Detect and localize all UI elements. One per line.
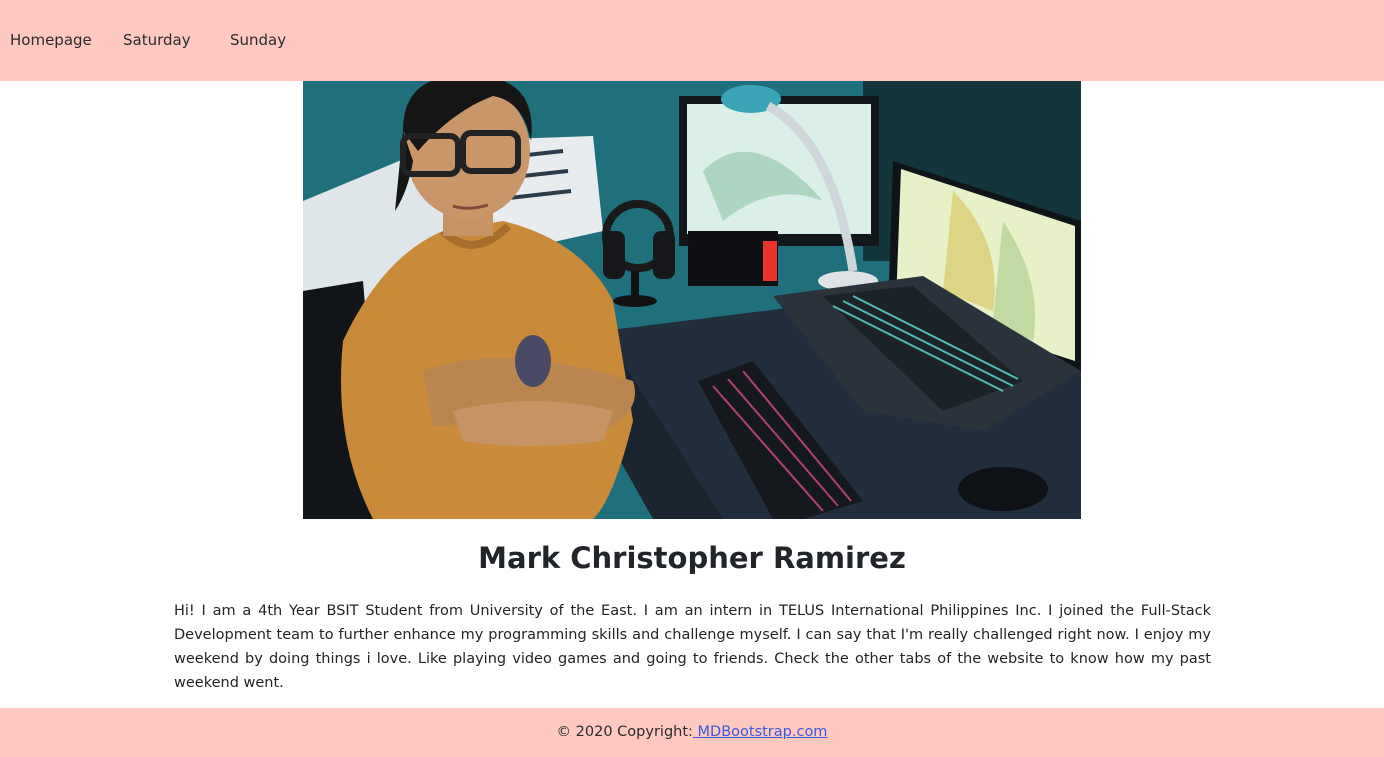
nav-link-homepage[interactable]: Homepage xyxy=(10,30,92,50)
profile-photo xyxy=(303,81,1081,519)
nav-link-saturday[interactable]: Saturday xyxy=(123,30,191,50)
footer-link-mdbootstrap[interactable]: MDBootstrap.com xyxy=(693,724,828,740)
nav-link-sunday[interactable]: Sunday xyxy=(230,30,286,50)
footer: © 2020 Copyright: MDBootstrap.com xyxy=(0,708,1384,757)
footer-copyright: © 2020 Copyright: xyxy=(556,724,693,740)
profile-name: Mark Christopher Ramirez xyxy=(478,541,906,575)
profile-bio: Hi! I am a 4th Year BSIT Student from Un… xyxy=(174,603,1211,691)
top-navbar: Homepage Saturday Sunday xyxy=(0,0,1384,81)
